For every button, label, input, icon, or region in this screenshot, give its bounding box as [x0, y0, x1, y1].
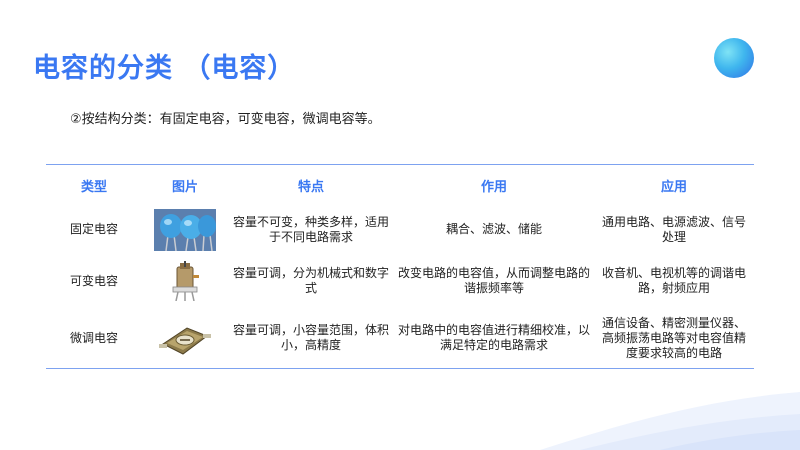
variable-capacitor-icon: [172, 261, 199, 301]
fixed-capacitor-icon: [154, 208, 216, 251]
cell-type: 固定电容: [69, 222, 118, 236]
table-header-row: 类型 图片 特点 作用 应用: [46, 165, 754, 205]
cell-function: 改变电路的电容值，从而调整电路的谐振频率等: [398, 266, 591, 295]
cell-function: 耦合、滤波、储能: [445, 222, 542, 236]
cell-type: 可变电容: [69, 273, 118, 288]
cell-application: 通用电路、电源滤波、信号处理: [601, 214, 746, 244]
cell-feature: 容量可调，小容量范围，体积小，高精度: [232, 323, 389, 352]
cell-application: 收音机、电视机等的调谐电路，射频应用: [601, 266, 746, 295]
trimmer-capacitor-icon: [159, 327, 211, 355]
cell-image: [142, 254, 228, 308]
header-type: 类型: [80, 179, 107, 195]
table-row: 可变电容 容量可调，分为机械式和数字式 改变电路的电容值，从而调整电路的谐振频率: [46, 254, 754, 308]
table-row: 固定电容 容量不可变，种类多样，适用于不同电路需求 耦合、滤波、储能 通用电路、…: [46, 205, 754, 254]
capacitor-table: 类型 图片 特点 作用 应用 固定电容 容量不可变，种类多样，适用于不同电路需求…: [46, 164, 754, 369]
header-application: 应用: [660, 179, 687, 195]
decorative-gradient-circle: [714, 38, 754, 78]
cell-image: [142, 308, 228, 368]
header-image: 图片: [171, 179, 198, 195]
header-function: 作用: [480, 179, 507, 195]
page-title: 电容的分类 （电容）: [33, 53, 296, 84]
cell-feature: 容量不可变，种类多样，适用于不同电路需求: [232, 214, 389, 244]
page-subtitle: ②按结构分类：有固定电容，可变电容，微调电容等。: [70, 112, 381, 127]
header-feature: 特点: [297, 179, 324, 195]
cell-feature: 容量可调，分为机械式和数字式: [232, 266, 389, 295]
cell-type: 微调电容: [69, 330, 118, 345]
cell-image: [142, 205, 228, 254]
decorative-corner-waves: [540, 392, 800, 450]
